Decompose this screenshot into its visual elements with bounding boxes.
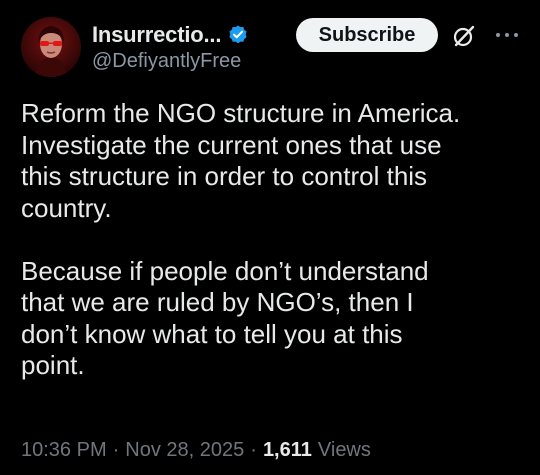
tweet-meta: 10:36 PM · Nov 28, 2025 · 1,611 Views [21, 439, 371, 462]
more-dot [505, 33, 509, 37]
author-handle[interactable]: @DefiyantlyFree [92, 50, 241, 73]
more-dot [514, 33, 518, 37]
subscribe-button[interactable]: Subscribe [296, 18, 438, 52]
more-options-icon[interactable] [494, 24, 520, 46]
verified-badge-icon[interactable] [227, 24, 249, 46]
tweet-time[interactable]: 10:36 PM [21, 439, 107, 462]
tweet-container: Insurrectio... Subscribe @DefiyantlyFree… [0, 0, 540, 475]
meta-separator: · [250, 439, 257, 461]
views-count[interactable]: 1,611 [263, 439, 312, 462]
author-avatar[interactable] [21, 17, 81, 77]
author-name-row: Insurrectio... [92, 18, 249, 52]
tweet-text: Reform the NGO structure in America. Inv… [21, 98, 526, 382]
grok-icon[interactable] [451, 23, 477, 49]
more-dot [496, 33, 500, 37]
tweet-date[interactable]: Nov 28, 2025 [125, 439, 244, 462]
tweet-paragraph: Because if people don’t understand that … [21, 255, 429, 381]
views-label: Views [317, 439, 371, 461]
author-display-name[interactable]: Insurrectio... [92, 22, 221, 48]
meta-separator: · [112, 439, 120, 461]
tweet-paragraph: Reform the NGO structure in America. Inv… [21, 98, 461, 223]
avatar-portrait-icon [21, 17, 81, 77]
